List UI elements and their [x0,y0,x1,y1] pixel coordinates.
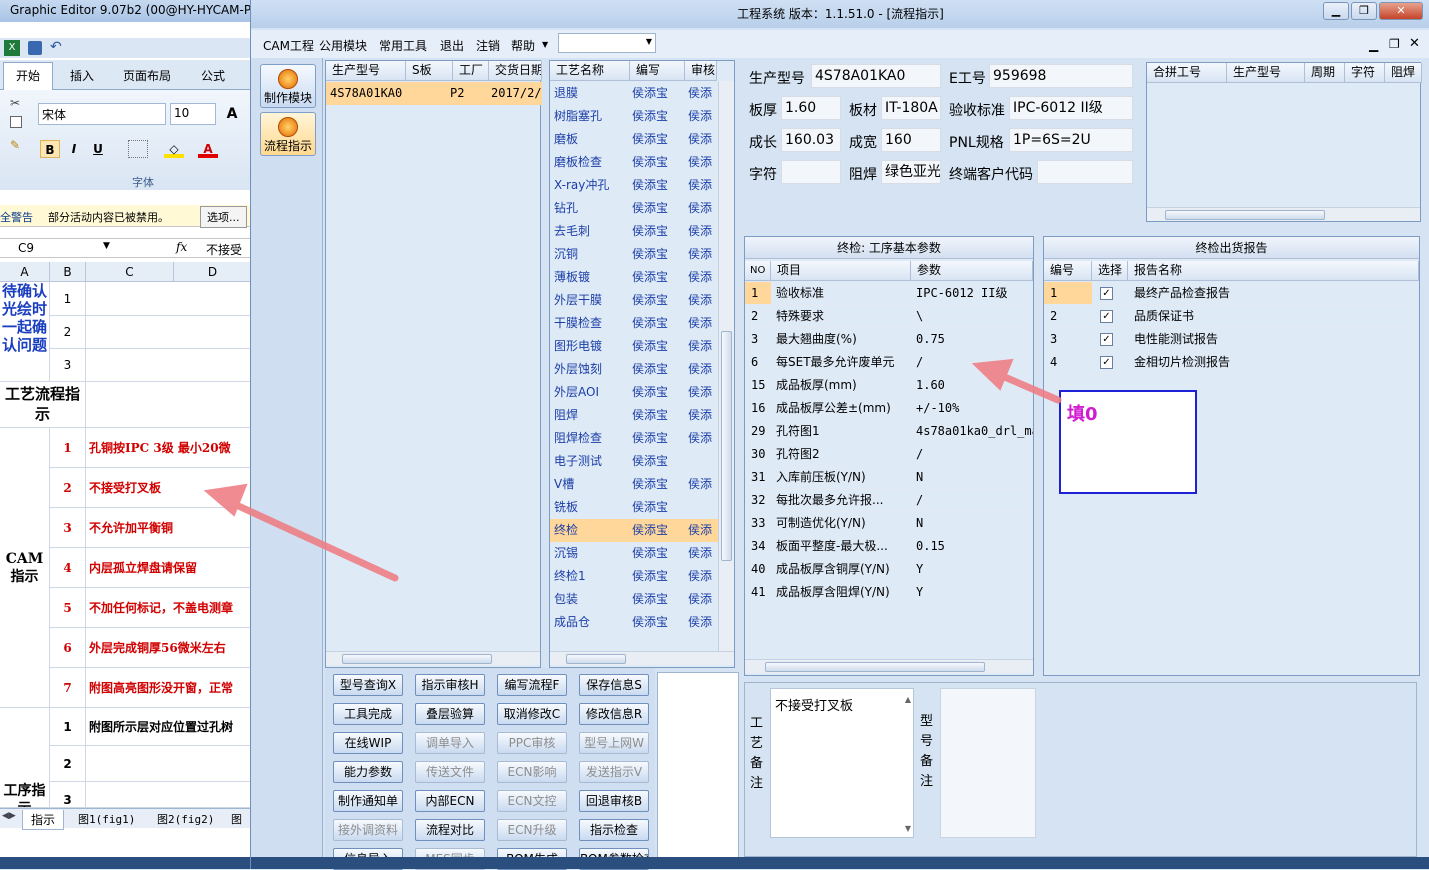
annotation-arrows [203,358,1062,582]
arrow-right-line [996,371,1062,404]
arrow-left-line [228,499,399,582]
arrow-right-head [971,358,1014,391]
